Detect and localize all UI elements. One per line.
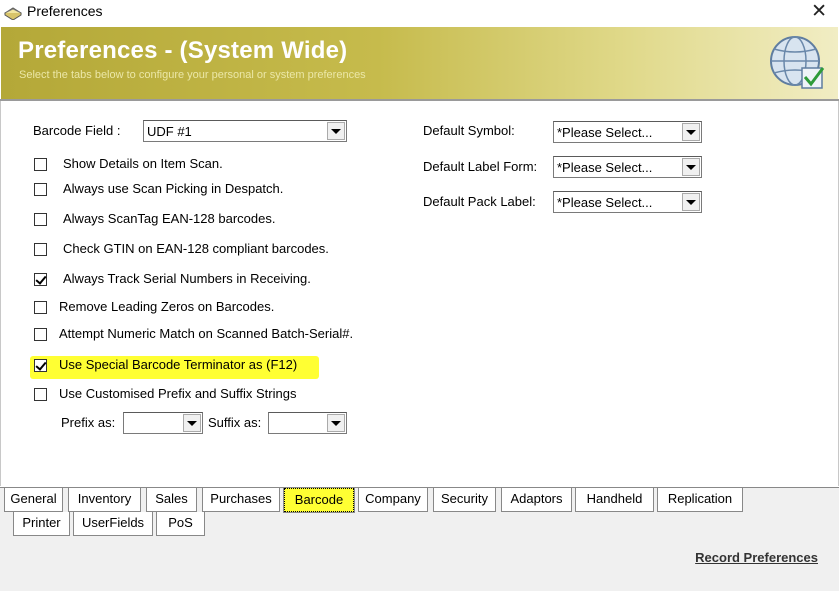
close-icon[interactable]: ✕ (811, 1, 827, 21)
option-checkbox-remove-zeros[interactable] (34, 301, 47, 314)
footer-area: Record Preferences (0, 538, 839, 591)
option-checkbox-check-gtin[interactable] (34, 243, 47, 256)
chevron-down-icon[interactable] (183, 414, 201, 432)
page-title: Preferences - (System Wide) (18, 37, 348, 64)
default-label-form-value: *Please Select... (557, 160, 653, 175)
barcode-settings-panel: Barcode Field : UDF #1 Show Details on I… (0, 101, 839, 486)
tab-inventory[interactable]: Inventory (68, 488, 141, 512)
option-label-scan-picking: Always use Scan Picking in Despatch. (63, 181, 284, 196)
chevron-down-icon[interactable] (682, 158, 700, 176)
option-checkbox-track-serial[interactable] (34, 273, 47, 286)
option-checkbox-scan-picking[interactable] (34, 183, 47, 196)
window-titlebar: Preferences ✕ (0, 0, 839, 25)
tab-userfields[interactable]: UserFields (73, 512, 153, 536)
tab-strip-row1: General Inventory Sales Purchases Barcod… (0, 487, 839, 513)
tab-strip-row2: Printer UserFields PoS (0, 512, 839, 538)
tab-printer[interactable]: Printer (13, 512, 70, 536)
tab-sales[interactable]: Sales (146, 488, 197, 512)
default-pack-label-select[interactable]: *Please Select... (553, 191, 702, 213)
preferences-app-icon (4, 7, 22, 20)
option-checkbox-custom-prefix[interactable] (34, 388, 47, 401)
tab-barcode[interactable]: Barcode (283, 487, 355, 513)
default-pack-label-value: *Please Select... (557, 195, 653, 210)
globe-check-icon (770, 36, 825, 89)
chevron-down-icon[interactable] (327, 414, 345, 432)
prefix-select[interactable] (123, 412, 203, 434)
header-banner: Preferences - (System Wide) Select the t… (1, 27, 838, 99)
option-label-remove-zeros: Remove Leading Zeros on Barcodes. (59, 299, 275, 314)
default-symbol-value: *Please Select... (557, 125, 653, 140)
window-title: Preferences (27, 3, 103, 19)
tab-general[interactable]: General (4, 488, 63, 512)
barcode-field-label: Barcode Field : (33, 123, 121, 138)
option-checkbox-numeric-match[interactable] (34, 328, 47, 341)
default-label-form-select[interactable]: *Please Select... (553, 156, 702, 178)
chevron-down-icon[interactable] (682, 123, 700, 141)
barcode-field-value: UDF #1 (147, 124, 192, 139)
record-preferences-link[interactable]: Record Preferences (695, 550, 818, 565)
tab-security[interactable]: Security (433, 488, 496, 512)
suffix-label: Suffix as: (208, 415, 262, 430)
barcode-field-select[interactable]: UDF #1 (143, 120, 347, 142)
default-symbol-label: Default Symbol: (423, 123, 515, 138)
default-pack-label-label: Default Pack Label: (423, 194, 536, 209)
option-label-check-gtin: Check GTIN on EAN-128 compliant barcodes… (63, 241, 329, 256)
default-symbol-select[interactable]: *Please Select... (553, 121, 702, 143)
option-label-custom-prefix: Use Customised Prefix and Suffix Strings (59, 386, 297, 401)
chevron-down-icon[interactable] (682, 193, 700, 211)
option-label-track-serial: Always Track Serial Numbers in Receiving… (63, 271, 311, 286)
tab-company[interactable]: Company (358, 488, 428, 512)
page-subtitle: Select the tabs below to configure your … (19, 69, 366, 81)
tab-purchases[interactable]: Purchases (202, 488, 280, 512)
option-label-special-terminator: Use Special Barcode Terminator as (F12) (59, 357, 298, 372)
default-label-form-label: Default Label Form: (423, 159, 538, 174)
option-checkbox-show-details[interactable] (34, 158, 47, 171)
chevron-down-icon[interactable] (327, 122, 345, 140)
option-label-numeric-match: Attempt Numeric Match on Scanned Batch-S… (59, 326, 354, 341)
prefix-label: Prefix as: (61, 415, 116, 430)
option-label-show-details: Show Details on Item Scan. (63, 156, 223, 171)
tab-replication[interactable]: Replication (657, 488, 743, 512)
option-label-scantag: Always ScanTag EAN-128 barcodes. (63, 211, 276, 226)
tab-handheld[interactable]: Handheld (575, 488, 654, 512)
suffix-select[interactable] (268, 412, 347, 434)
tab-adaptors[interactable]: Adaptors (501, 488, 572, 512)
tab-pos[interactable]: PoS (156, 512, 205, 536)
option-checkbox-special-terminator[interactable] (34, 359, 47, 372)
option-checkbox-scantag[interactable] (34, 213, 47, 226)
